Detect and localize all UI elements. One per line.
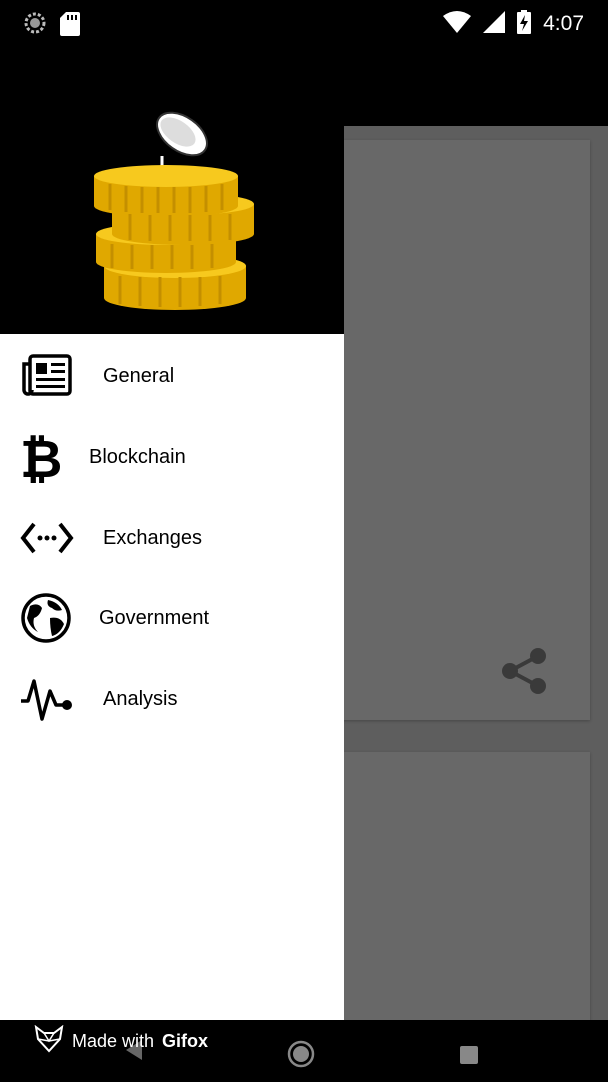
watermark-prefix: Made with [72,1030,155,1051]
gifox-watermark: Made with Gifox [34,1024,209,1058]
sync-icon [24,12,46,39]
coin-stack-satellite-logo [90,106,260,321]
sd-card-icon [60,12,80,41]
wifi-icon [443,10,472,38]
drawer-item-analysis[interactable]: Analysis [0,659,344,739]
pulse-icon [20,675,74,723]
newspaper-icon [20,352,74,400]
navigation-drawer: General ₿ Blockchain Exchanges Governmen… [0,48,344,1020]
drawer-item-government[interactable]: Government [0,578,344,658]
drawer-item-general[interactable]: General [0,336,344,416]
recents-icon[interactable] [459,1045,479,1070]
signal-icon [483,10,506,38]
svg-text:₿: ₿ [20,430,62,483]
status-bar: 4:07 [0,0,608,48]
bitcoin-icon: ₿ [20,430,74,490]
code-exchange-icon [20,514,74,562]
clock: 4:07 [543,12,584,35]
drawer-item-label: Analysis [103,688,178,710]
fox-icon [34,1024,64,1058]
drawer-item-label: Government [99,607,210,629]
drawer-item-label: Blockchain [89,446,186,468]
drawer-header [0,48,344,334]
status-icons: 4:07 [443,9,584,39]
drawer-item-blockchain[interactable]: ₿ Blockchain [0,417,344,497]
home-icon[interactable] [287,1040,315,1073]
drawer-item-label: General [103,365,175,387]
screen: egulatory Whistleblower rief we how how … [0,0,608,1082]
share-icon[interactable] [500,646,550,701]
battery-charging-icon [517,9,532,39]
globe-icon [20,593,74,643]
watermark-brand: Gifox [162,1030,209,1051]
drawer-item-exchanges[interactable]: Exchanges [0,498,344,578]
drawer-item-label: Exchanges [103,527,202,549]
